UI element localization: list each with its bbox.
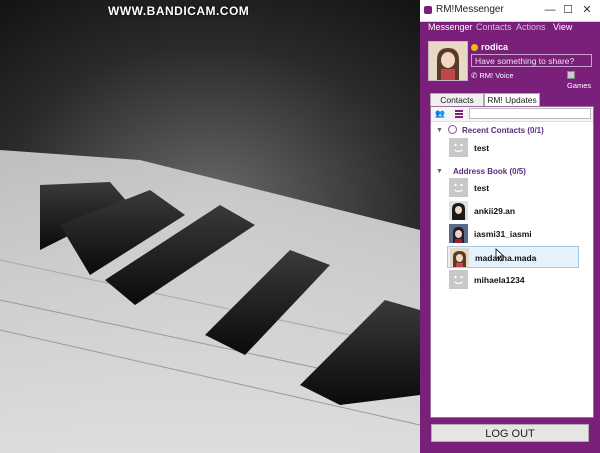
contact-name: ankii29.an bbox=[474, 206, 516, 216]
collapse-arrow-icon[interactable]: ▼ bbox=[436, 127, 443, 134]
contact-search-input[interactable] bbox=[469, 108, 591, 119]
group-recent-contacts[interactable]: Recent Contacts (0/1) bbox=[462, 126, 544, 135]
contact-row[interactable]: ankii29.an bbox=[447, 200, 579, 222]
contact-name: test bbox=[474, 183, 490, 193]
games-link[interactable]: Games bbox=[567, 71, 594, 90]
contact-row[interactable]: test bbox=[447, 177, 579, 199]
status-message-input[interactable] bbox=[471, 54, 592, 67]
window-title: RM!Messenger bbox=[436, 4, 504, 15]
messenger-window: RM!Messenger — ☐ ✕ Messenger Contacts Ac… bbox=[420, 0, 600, 453]
contact-name: iasmi31_iasmi bbox=[474, 229, 532, 239]
mouse-cursor-icon bbox=[495, 248, 505, 262]
default-avatar-icon bbox=[449, 178, 468, 197]
title-bar[interactable]: RM!Messenger — ☐ ✕ bbox=[420, 0, 600, 22]
username: rodica bbox=[481, 42, 509, 52]
menu-view[interactable]: View bbox=[553, 22, 572, 32]
collapse-arrow-icon[interactable]: ▼ bbox=[436, 168, 443, 175]
maximize-button[interactable]: ☐ bbox=[560, 2, 576, 18]
add-contact-icon[interactable]: 👥 bbox=[435, 109, 445, 118]
default-avatar-icon bbox=[449, 138, 468, 157]
status-indicator[interactable] bbox=[471, 44, 478, 51]
contact-name: test bbox=[474, 143, 490, 153]
bandicam-watermark: WWW.BANDICAM.COM bbox=[108, 4, 250, 18]
menu-actions[interactable]: Actions bbox=[516, 22, 546, 32]
contacts-toolbar: 👥 bbox=[431, 107, 593, 122]
profile-area: rodica ✆ RM! Voice Games bbox=[428, 41, 594, 90]
group-address-book[interactable]: Address Book (0/5) bbox=[453, 167, 526, 176]
app-icon bbox=[424, 6, 432, 14]
contact-row[interactable]: test bbox=[447, 137, 579, 159]
contact-name: mihaela1234 bbox=[474, 275, 525, 285]
logout-button[interactable]: LOG OUT bbox=[431, 424, 589, 442]
user-avatar[interactable] bbox=[428, 41, 468, 81]
tab-rm-updates[interactable]: RM! Updates bbox=[484, 93, 540, 106]
menu-messenger[interactable]: Messenger bbox=[428, 22, 473, 32]
tab-contacts[interactable]: Contacts bbox=[430, 93, 484, 106]
default-avatar-icon bbox=[449, 270, 468, 289]
contact-avatar bbox=[449, 224, 468, 243]
contact-avatar bbox=[449, 201, 468, 220]
close-button[interactable]: ✕ bbox=[579, 2, 595, 18]
contact-name: madalina.mada bbox=[475, 253, 537, 263]
games-icon bbox=[567, 71, 575, 79]
contacts-panel: 👥 ▼ Recent Contacts (0/1) test ▼ Address… bbox=[430, 106, 594, 418]
recent-contacts-icon bbox=[448, 125, 457, 134]
menu-bar: Messenger Contacts Actions View bbox=[420, 22, 600, 35]
phone-icon: ✆ bbox=[471, 71, 478, 80]
menu-contacts[interactable]: Contacts bbox=[476, 22, 512, 32]
minimize-button[interactable]: — bbox=[542, 2, 558, 18]
voice-link[interactable]: ✆ RM! Voice bbox=[471, 71, 514, 80]
contact-row[interactable]: iasmi31_iasmi bbox=[447, 223, 579, 245]
contact-avatar bbox=[450, 248, 469, 267]
grid-view-icon[interactable] bbox=[455, 110, 463, 118]
contact-row-selected[interactable]: madalina.mada bbox=[447, 246, 579, 268]
contact-row[interactable]: mihaela1234 bbox=[447, 269, 579, 291]
